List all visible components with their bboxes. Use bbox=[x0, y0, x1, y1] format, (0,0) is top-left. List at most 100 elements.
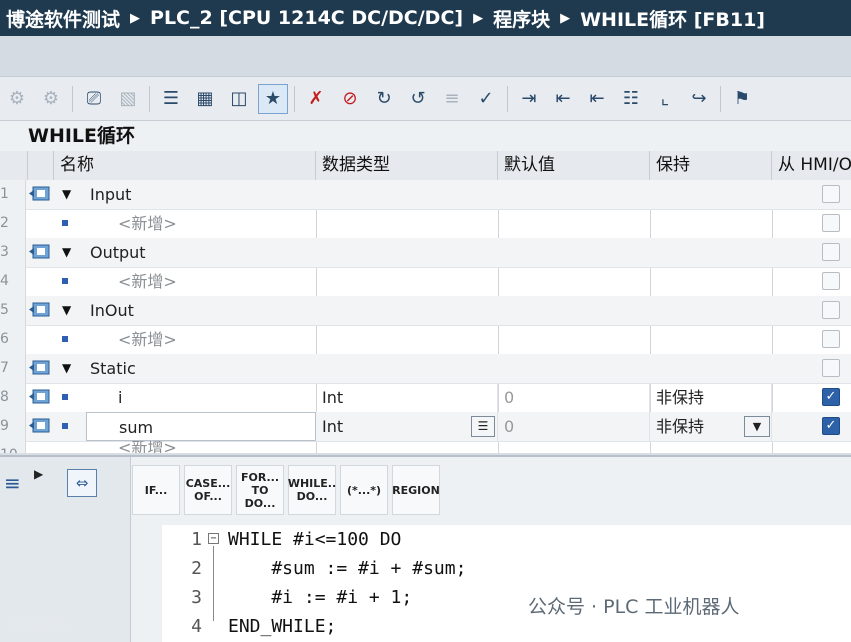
table-row[interactable]: 5 ▼ InOut bbox=[0, 296, 851, 326]
variable-name[interactable]: Output bbox=[90, 238, 146, 267]
split-view-icon[interactable]: ⇔ bbox=[67, 469, 97, 497]
snippet-while[interactable]: WHILE.. DO... bbox=[288, 465, 336, 515]
align-left-icon[interactable]: ⇤ bbox=[582, 84, 612, 114]
default-value-cell[interactable]: 0 bbox=[498, 412, 650, 441]
variable-name[interactable]: InOut bbox=[90, 296, 134, 325]
table-row[interactable]: 10 <新增> bbox=[0, 441, 851, 453]
table-row[interactable]: 2 <新增> bbox=[0, 209, 851, 239]
add-new-placeholder[interactable]: <新增> bbox=[118, 441, 177, 453]
column-header-default[interactable]: 默认值 bbox=[498, 151, 650, 180]
collapse-triangle-icon[interactable]: ▼ bbox=[62, 180, 71, 209]
variable-name-edit[interactable]: sum bbox=[86, 412, 316, 441]
retain-cell[interactable]: 非保持 bbox=[650, 383, 772, 412]
hmi-checkbox[interactable] bbox=[822, 301, 840, 319]
indent-icon[interactable]: ⇥ bbox=[514, 84, 544, 114]
snippet-comment[interactable]: (*...*) bbox=[340, 465, 388, 515]
outdent-icon[interactable]: ⇤ bbox=[548, 84, 578, 114]
columns-icon[interactable]: ☷ bbox=[616, 84, 646, 114]
breadcrumb-project[interactable]: 博途软件测试 bbox=[0, 5, 126, 32]
interface-section-icon bbox=[29, 360, 50, 375]
next-error-icon[interactable]: ⊘ bbox=[335, 84, 365, 114]
interface-section-icon bbox=[29, 389, 50, 404]
datatype-picker-icon[interactable]: ☰ bbox=[471, 416, 495, 437]
dropdown-arrow-icon[interactable]: ▼ bbox=[744, 416, 770, 437]
column-header-datatype[interactable]: 数据类型 bbox=[316, 151, 498, 180]
code-editor[interactable]: − 1 WHILE #i<=100 DO 2 #sum := #i + #sum… bbox=[162, 525, 851, 642]
add-new-placeholder[interactable]: <新增> bbox=[118, 209, 177, 238]
add-new-placeholder[interactable]: <新增> bbox=[118, 325, 177, 354]
column-header-hmi[interactable]: 从 HMI/O bbox=[772, 151, 851, 180]
table-header: 名称 数据类型 默认值 保持 从 HMI/O bbox=[0, 151, 851, 181]
row-number: 4 bbox=[0, 267, 26, 296]
collapse-triangle-icon[interactable]: ▼ bbox=[62, 296, 71, 325]
toolbar-separator bbox=[507, 85, 508, 112]
table-row[interactable]: 4 <新增> bbox=[0, 267, 851, 297]
row-number: 5 bbox=[0, 296, 26, 325]
hmi-checkbox[interactable] bbox=[822, 359, 840, 377]
code-line[interactable]: 3 #i := #i + 1; bbox=[162, 583, 851, 612]
table-row[interactable]: 7 ▼ Static bbox=[0, 354, 851, 384]
tree-list-icon[interactable]: ≡ bbox=[4, 471, 21, 495]
toolbar-separator bbox=[294, 85, 295, 112]
code-line[interactable]: 2 #sum := #i + #sum; bbox=[162, 554, 851, 583]
properties-icon[interactable]: ≡ bbox=[437, 84, 467, 114]
watch-icon[interactable]: ⚑ bbox=[727, 84, 757, 114]
header-icon-column bbox=[28, 151, 54, 180]
column-header-retain[interactable]: 保持 bbox=[650, 151, 772, 180]
code-text[interactable]: #i := #i + 1; bbox=[228, 583, 412, 612]
add-new-placeholder[interactable]: <新增> bbox=[118, 267, 177, 296]
memory-icon[interactable]: ▦ bbox=[190, 84, 220, 114]
table-row[interactable]: 1 ▼ Input bbox=[0, 180, 851, 210]
expand-arrow-icon[interactable]: ▶ bbox=[34, 467, 43, 481]
breadcrumb-program-blocks[interactable]: 程序块 bbox=[487, 5, 556, 32]
hmi-checkbox[interactable] bbox=[822, 214, 840, 232]
breadcrumb-block[interactable]: WHILE循环 [FB11] bbox=[574, 5, 771, 32]
line-number: 1 bbox=[191, 529, 202, 550]
variable-name[interactable]: Input bbox=[90, 180, 131, 209]
hmi-checkbox[interactable] bbox=[822, 185, 840, 203]
datatype-cell[interactable]: Int bbox=[316, 383, 498, 412]
table-row[interactable]: 3 ▼ Output bbox=[0, 238, 851, 268]
snippet-region[interactable]: REGION bbox=[392, 465, 440, 515]
hmi-checkbox-checked[interactable]: ✓ bbox=[822, 417, 840, 435]
snippet-if[interactable]: IF... bbox=[132, 465, 180, 515]
update-icon[interactable]: ↺ bbox=[403, 84, 433, 114]
table-row[interactable]: 8 i Int 0 非保持 ✓ bbox=[0, 383, 851, 413]
variable-name[interactable]: Static bbox=[90, 354, 136, 383]
code-text[interactable]: #sum := #i + #sum; bbox=[228, 554, 466, 583]
code-text[interactable]: WHILE #i<=100 DO bbox=[228, 525, 401, 554]
breadcrumb-plc[interactable]: PLC_2 [CPU 1214C DC/DC/DC] bbox=[144, 7, 469, 29]
table-row[interactable]: 6 <新增> bbox=[0, 325, 851, 355]
list-view-icon[interactable]: ☰ bbox=[156, 84, 186, 114]
hmi-checkbox[interactable] bbox=[822, 330, 840, 348]
code-text[interactable]: END_WHILE; bbox=[228, 612, 336, 641]
line-number: 4 bbox=[191, 616, 202, 637]
variable-name[interactable]: i bbox=[118, 383, 122, 412]
favorites-icon[interactable]: ★ bbox=[258, 83, 288, 114]
collapse-triangle-icon[interactable]: ▼ bbox=[62, 354, 71, 383]
bookmark-icon[interactable]: ⌞ bbox=[650, 84, 680, 114]
wrap-icon[interactable]: ↪ bbox=[684, 84, 714, 114]
hmi-checkbox[interactable] bbox=[822, 243, 840, 261]
add-row-icon[interactable]: ⚙ bbox=[36, 84, 66, 114]
insert-row-icon[interactable]: ⚙ bbox=[2, 84, 32, 114]
compile-icon[interactable]: ✓ bbox=[471, 84, 501, 114]
collapse-triangle-icon[interactable]: ▼ bbox=[62, 238, 71, 267]
snippet-case[interactable]: CASE... OF... bbox=[184, 465, 232, 515]
snapshot-icon[interactable]: ◫ bbox=[224, 84, 254, 114]
breadcrumb: 博途软件测试 ▶ PLC_2 [CPU 1214C DC/DC/DC] ▶ 程序… bbox=[0, 0, 851, 36]
monitor-icon[interactable]: ▧ bbox=[113, 84, 143, 114]
hmi-checkbox-checked[interactable]: ✓ bbox=[822, 388, 840, 406]
row-number: 3 bbox=[0, 238, 26, 267]
column-header-name[interactable]: 名称 bbox=[54, 151, 316, 180]
code-line[interactable]: 4 END_WHILE; bbox=[162, 612, 851, 641]
row-number: 9 bbox=[0, 412, 26, 441]
go-to-error-icon[interactable]: ✗ bbox=[301, 84, 331, 114]
default-value-cell[interactable]: 0 bbox=[498, 383, 650, 412]
snippet-for[interactable]: FOR... TO DO... bbox=[236, 465, 284, 515]
table-row[interactable]: 9 sum Int ☰ 0 非保持 ▼ ✓ bbox=[0, 412, 851, 442]
download-block-icon[interactable]: ⎚ bbox=[79, 84, 109, 114]
code-line[interactable]: 1 WHILE #i<=100 DO bbox=[162, 525, 851, 554]
hmi-checkbox[interactable] bbox=[822, 272, 840, 290]
refresh-calls-icon[interactable]: ↻ bbox=[369, 84, 399, 114]
